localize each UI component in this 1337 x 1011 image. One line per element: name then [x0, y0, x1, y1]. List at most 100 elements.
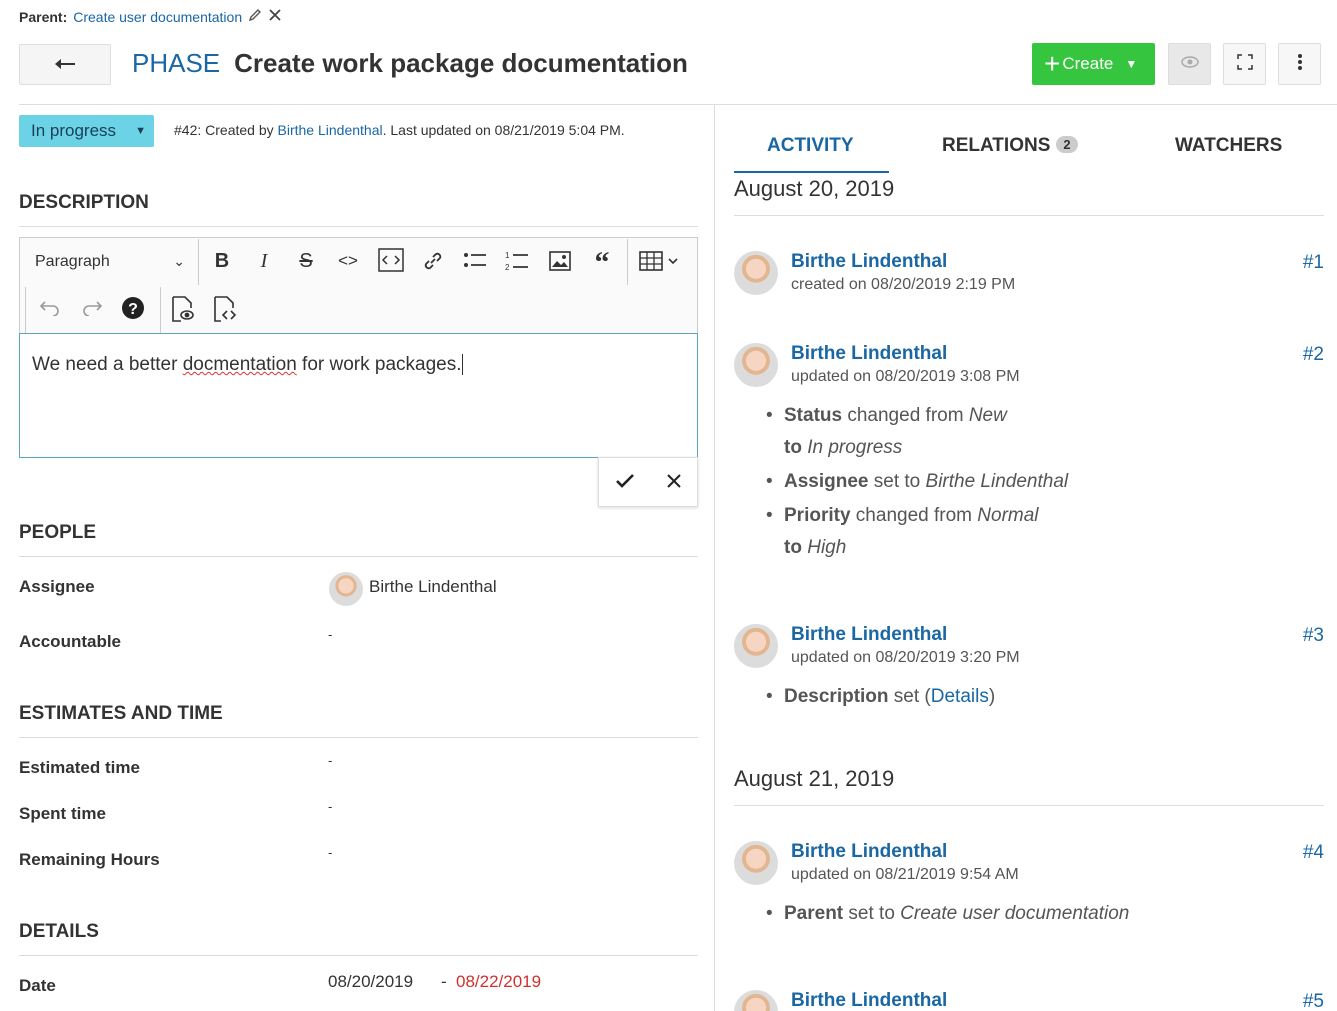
code-icon[interactable]: <> — [333, 251, 363, 271]
description-heading: DESCRIPTION — [19, 192, 149, 213]
change-list: Status changed from Newto In progress As… — [766, 400, 1306, 564]
avatar — [734, 841, 778, 885]
svg-text:1: 1 — [505, 251, 510, 260]
parent-label: Parent: — [19, 8, 68, 25]
accountable-value[interactable]: - — [328, 627, 332, 642]
date-label: Date — [19, 976, 56, 995]
fullscreen-button[interactable] — [1223, 43, 1266, 85]
assignee-value[interactable]: Birthe Lindenthal — [369, 577, 497, 597]
meta-suffix: . Last updated on 08/21/2019 5:04 PM. — [382, 122, 625, 138]
divider — [734, 215, 1324, 216]
activity-timestamp: created on 08/20/2019 2:19 PM — [791, 276, 1016, 293]
toolbar-separator — [160, 287, 161, 333]
due-date[interactable]: 08/22/2019 — [456, 972, 541, 992]
change-list: Parent set to Create user documentation — [766, 898, 1306, 930]
strikethrough-icon[interactable]: S — [291, 250, 321, 273]
chevron-down-icon: ⌄ — [173, 253, 185, 269]
activity-number-link[interactable]: #3 — [1264, 625, 1324, 647]
close-icon[interactable] — [268, 8, 282, 25]
spent-time-label: Spent time — [19, 804, 106, 823]
tab-watchers[interactable]: WATCHERS — [1175, 135, 1282, 157]
plus-icon: + — [1044, 48, 1061, 79]
numbered-list-icon[interactable]: 12 — [502, 250, 532, 278]
help-icon[interactable]: ? — [118, 296, 148, 326]
caret-down-icon: ▼ — [1125, 57, 1138, 71]
blockquote-icon[interactable]: “ — [587, 246, 617, 280]
table-icon[interactable] — [637, 251, 682, 277]
details-heading: DETAILS — [19, 921, 99, 942]
meta-prefix: #42: Created by — [174, 122, 278, 138]
avatar — [734, 343, 778, 387]
activity-user-link[interactable]: Birthe Lindenthal — [791, 343, 947, 365]
tab-activity[interactable]: ACTIVITY — [767, 135, 854, 157]
pencil-icon[interactable] — [248, 8, 262, 25]
cancel-close-icon[interactable] — [666, 469, 682, 495]
active-tab-indicator — [734, 171, 889, 173]
spent-time-value[interactable]: - — [328, 799, 332, 814]
editor-actions — [598, 457, 698, 507]
create-button[interactable]: + Create ▼ — [1032, 43, 1155, 85]
list-item: Status changed from Newto In progress — [766, 400, 1306, 464]
divider — [19, 226, 698, 227]
estimated-time-value[interactable]: - — [328, 753, 332, 768]
activity-number-link[interactable]: #4 — [1264, 842, 1324, 864]
divider — [734, 805, 1324, 806]
activity-timestamp: updated on 08/20/2019 3:20 PM — [791, 649, 1020, 666]
redo-icon[interactable] — [77, 298, 107, 322]
parent-bar: Parent: Create user documentation — [19, 8, 282, 25]
activity-number-link[interactable]: #5 — [1264, 991, 1324, 1011]
caret-down-icon: ▼ — [135, 125, 146, 137]
back-arrow-icon — [54, 53, 76, 76]
estimates-heading: ESTIMATES AND TIME — [19, 703, 223, 724]
date-separator: - — [441, 972, 447, 991]
preview-icon[interactable] — [168, 296, 198, 328]
activity-number-link[interactable]: #1 — [1264, 252, 1324, 274]
page-title: PHASE Create work package documentation — [132, 48, 688, 79]
list-item: Priority changed from Normalto High — [766, 500, 1306, 564]
activity-user-link[interactable]: Birthe Lindenthal — [791, 624, 947, 646]
tab-relations[interactable]: RELATIONS 2 — [942, 135, 1078, 157]
undo-icon[interactable] — [35, 298, 65, 322]
activity-day-heading: August 21, 2019 — [734, 766, 895, 791]
link-icon[interactable] — [418, 250, 448, 278]
status-button[interactable]: In progress ▼ — [19, 115, 154, 147]
details-link[interactable]: Details — [931, 686, 989, 707]
avatar — [329, 572, 363, 606]
avatar — [734, 990, 778, 1011]
editor-text: for work packages. — [296, 354, 463, 375]
activity-timestamp: updated on 08/20/2019 3:08 PM — [791, 368, 1020, 385]
author-link[interactable]: Birthe Lindenthal — [278, 122, 383, 138]
start-date[interactable]: 08/20/2019 — [328, 972, 413, 992]
activity-number-link[interactable]: #2 — [1264, 344, 1324, 366]
watch-button[interactable] — [1168, 43, 1211, 85]
editor-text: We need a better — [32, 354, 183, 375]
wp-subject[interactable]: Create work package documentation — [234, 48, 688, 79]
italic-icon[interactable]: I — [249, 250, 279, 273]
image-icon[interactable] — [545, 251, 575, 277]
divider — [19, 737, 698, 738]
toolbar-separator — [198, 239, 199, 285]
activity-user-link[interactable]: Birthe Lindenthal — [791, 251, 947, 273]
bold-icon[interactable]: B — [207, 250, 237, 273]
bullet-list-icon[interactable] — [460, 250, 490, 276]
meta-line: #42: Created by Birthe Lindenthal. Last … — [174, 122, 625, 138]
toolbar-separator — [25, 287, 26, 333]
pane-divider[interactable] — [714, 105, 715, 1011]
parent-link[interactable]: Create user documentation — [73, 9, 242, 25]
source-mode-icon[interactable] — [210, 296, 240, 328]
activity-user-link[interactable]: Birthe Lindenthal — [791, 990, 947, 1011]
save-check-icon[interactable] — [615, 469, 635, 495]
svg-text:2: 2 — [505, 263, 510, 272]
list-item: Parent set to Create user documentation — [766, 898, 1306, 930]
paragraph-select[interactable]: Paragraph ⌄ — [35, 253, 185, 271]
remaining-hours-label: Remaining Hours — [19, 850, 160, 869]
remaining-hours-value[interactable]: - — [328, 845, 332, 860]
toolbar-separator — [627, 239, 628, 285]
more-menu-button[interactable] — [1278, 43, 1321, 85]
back-button[interactable] — [19, 44, 111, 85]
activity-user-link[interactable]: Birthe Lindenthal — [791, 841, 947, 863]
description-editor[interactable]: We need a better docmentation for work p… — [19, 333, 698, 458]
code-block-icon[interactable] — [376, 248, 406, 278]
divider — [19, 556, 698, 557]
status-value: In progress — [31, 121, 117, 140]
